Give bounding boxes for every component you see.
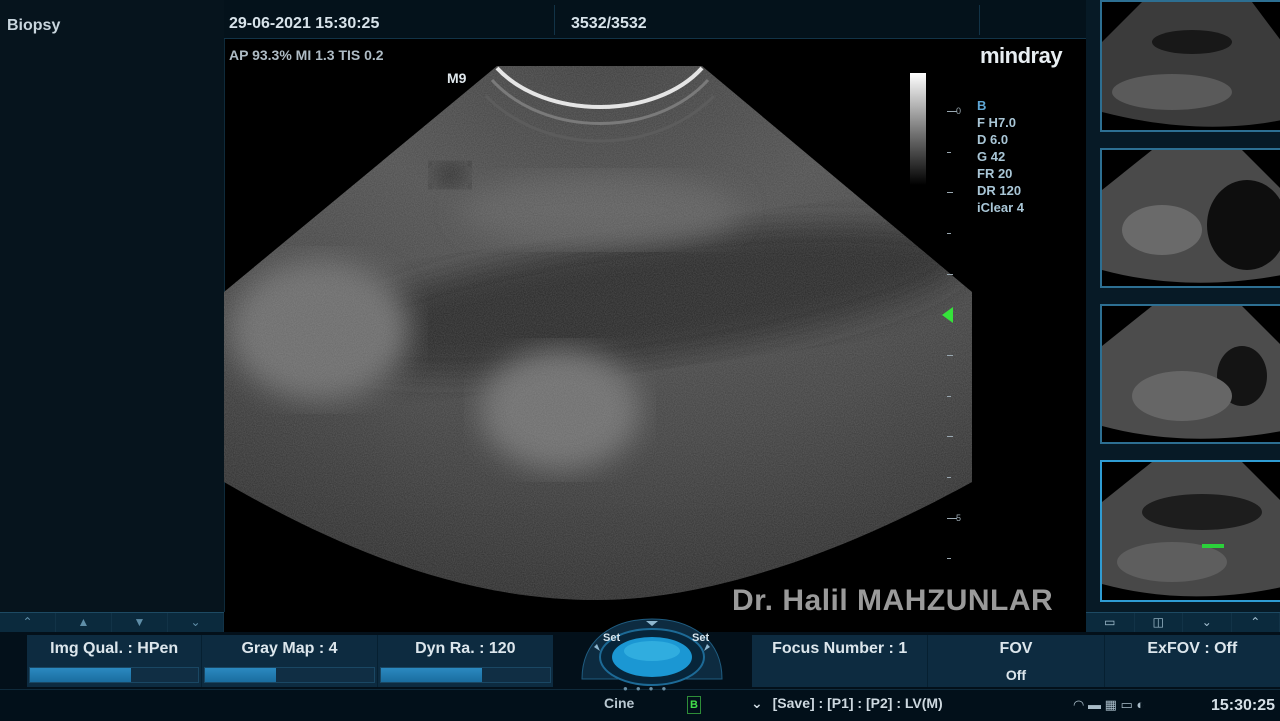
thumbnail-scan bbox=[1102, 150, 1280, 286]
depth-tick bbox=[947, 233, 951, 234]
focus-position-marker[interactable] bbox=[942, 307, 953, 323]
page-up-icon[interactable]: ▲ bbox=[56, 613, 112, 633]
header-divider bbox=[979, 5, 980, 35]
image-thumbnail[interactable] bbox=[1100, 0, 1280, 132]
author-watermark: Dr. Halil MAHZUNLAR bbox=[732, 584, 1053, 618]
thumbnail-panel bbox=[1086, 0, 1280, 612]
param-gain: G 42 bbox=[977, 148, 1024, 165]
left-panel: Biopsy bbox=[0, 0, 225, 612]
image-quality-slider[interactable] bbox=[29, 667, 199, 683]
gray-map-slider[interactable] bbox=[204, 667, 374, 683]
single-view-icon[interactable]: ▭ bbox=[1086, 613, 1135, 633]
gray-map-control[interactable]: Gray Map : 4 bbox=[202, 635, 377, 687]
thumbnail-scan bbox=[1102, 462, 1280, 600]
page-down-icon[interactable]: ⌄ bbox=[1183, 613, 1232, 633]
slider-fill bbox=[205, 668, 276, 682]
depth-scale: 0 5 bbox=[944, 104, 964, 574]
exfov-control[interactable]: ExFOV : Off bbox=[1105, 635, 1280, 687]
depth-tick bbox=[947, 558, 951, 559]
grayscale-bar bbox=[910, 73, 926, 185]
image-quality-label: Img Qual. : HPen bbox=[27, 640, 201, 658]
chevron-down-icon[interactable]: ⌄ bbox=[751, 695, 763, 711]
cine-label[interactable]: Cine bbox=[604, 695, 634, 711]
page-down-icon[interactable]: ▼ bbox=[112, 613, 168, 633]
page-last-icon[interactable]: ⌄ bbox=[168, 613, 224, 633]
left-menu-group: Img Qual. : HPen Gray Map : 4 Dyn Ra. : … bbox=[27, 635, 553, 687]
network-icon: ◠ bbox=[1073, 697, 1084, 712]
image-thumbnail-selected[interactable] bbox=[1100, 460, 1280, 602]
param-frame-rate: FR 20 bbox=[977, 165, 1024, 182]
dual-view-icon[interactable]: ◫ bbox=[1135, 613, 1184, 633]
left-panel-nav: ⌃ ▲ ▼ ⌄ bbox=[0, 612, 224, 633]
param-dynamic-range: DR 120 bbox=[977, 182, 1024, 199]
ultrasound-image[interactable] bbox=[224, 40, 984, 610]
probe-label: M9 bbox=[447, 70, 466, 86]
depth-tick bbox=[947, 355, 953, 356]
image-thumbnail[interactable] bbox=[1100, 304, 1280, 444]
trackball-control[interactable]: Set Set bbox=[576, 617, 728, 687]
right-menu-group: Focus Number : 1 FOV Off ExFOV : Off bbox=[752, 635, 1280, 687]
page-first-icon[interactable]: ⌃ bbox=[0, 613, 56, 633]
depth-tick bbox=[947, 192, 953, 193]
exam-datetime: 29-06-2021 15:30:25 bbox=[229, 15, 379, 33]
disk-icon: ▭ bbox=[1121, 697, 1137, 712]
thumbnail-scan bbox=[1102, 2, 1280, 130]
trackball-set-left[interactable]: Set bbox=[603, 632, 620, 644]
param-iclear: iClear 4 bbox=[977, 199, 1024, 216]
storage-icon: ▬ bbox=[1088, 697, 1105, 712]
system-clock: 15:30:25 bbox=[1211, 697, 1275, 715]
param-depth: D 6.0 bbox=[977, 131, 1024, 148]
depth-tick bbox=[947, 274, 953, 275]
focus-number-label: Focus Number : 1 bbox=[752, 640, 927, 658]
depth-label: 5 bbox=[956, 513, 961, 523]
header-divider bbox=[554, 5, 555, 35]
key-status-text: [Save] : [P1] : [P2] : LV(M) bbox=[773, 695, 943, 711]
dynamic-range-slider[interactable] bbox=[380, 667, 551, 683]
fov-control[interactable]: FOV Off bbox=[928, 635, 1104, 687]
depth-label: 0 bbox=[956, 106, 961, 116]
slider-fill bbox=[381, 668, 483, 682]
gray-map-label: Gray Map : 4 bbox=[202, 640, 376, 658]
mode-label: B bbox=[977, 97, 1024, 114]
depth-tick bbox=[947, 436, 953, 437]
imaging-parameters: B F H7.0 D 6.0 G 42 FR 20 DR 120 iClear … bbox=[977, 97, 1024, 216]
image-quality-control[interactable]: Img Qual. : HPen bbox=[27, 635, 202, 687]
dynamic-range-label: Dyn Ra. : 120 bbox=[378, 640, 553, 658]
key-assignment-status: ⌄ [Save] : [P1] : [P2] : LV(M) bbox=[751, 695, 943, 712]
printer-icon: ▦ bbox=[1105, 697, 1121, 712]
depth-tick bbox=[947, 152, 951, 153]
b-mode-indicator: B bbox=[687, 696, 701, 714]
frame-counter: 3532/3532 bbox=[571, 15, 647, 33]
brand-logo: mindray bbox=[980, 43, 1062, 69]
dynamic-range-control[interactable]: Dyn Ra. : 120 bbox=[378, 635, 553, 687]
page-dots: ●●●● bbox=[623, 684, 674, 693]
thumbnail-nav: ▭ ◫ ⌄ ⌃ bbox=[1086, 612, 1280, 633]
page-up-icon[interactable]: ⌃ bbox=[1232, 613, 1280, 633]
fov-value: Off bbox=[928, 667, 1103, 683]
focus-number-control[interactable]: Focus Number : 1 bbox=[752, 635, 928, 687]
slider-fill bbox=[30, 668, 131, 682]
fov-label: FOV bbox=[928, 640, 1103, 658]
exfov-label: ExFOV : Off bbox=[1105, 640, 1280, 658]
top-header: 29-06-2021 15:30:25 3532/3532 bbox=[224, 0, 1086, 39]
system-tray: ◠ ▬ ▦ ▭ ◐ bbox=[1073, 697, 1144, 713]
image-thumbnail[interactable] bbox=[1100, 148, 1280, 288]
panel-title: Biopsy bbox=[7, 17, 60, 35]
param-frequency: F H7.0 bbox=[977, 114, 1024, 131]
depth-tick bbox=[947, 477, 951, 478]
trackball-set-right[interactable]: Set bbox=[692, 632, 709, 644]
thumbnail-scan bbox=[1102, 306, 1280, 442]
depth-tick bbox=[947, 396, 951, 397]
status-icon: ◐ bbox=[1136, 697, 1144, 712]
